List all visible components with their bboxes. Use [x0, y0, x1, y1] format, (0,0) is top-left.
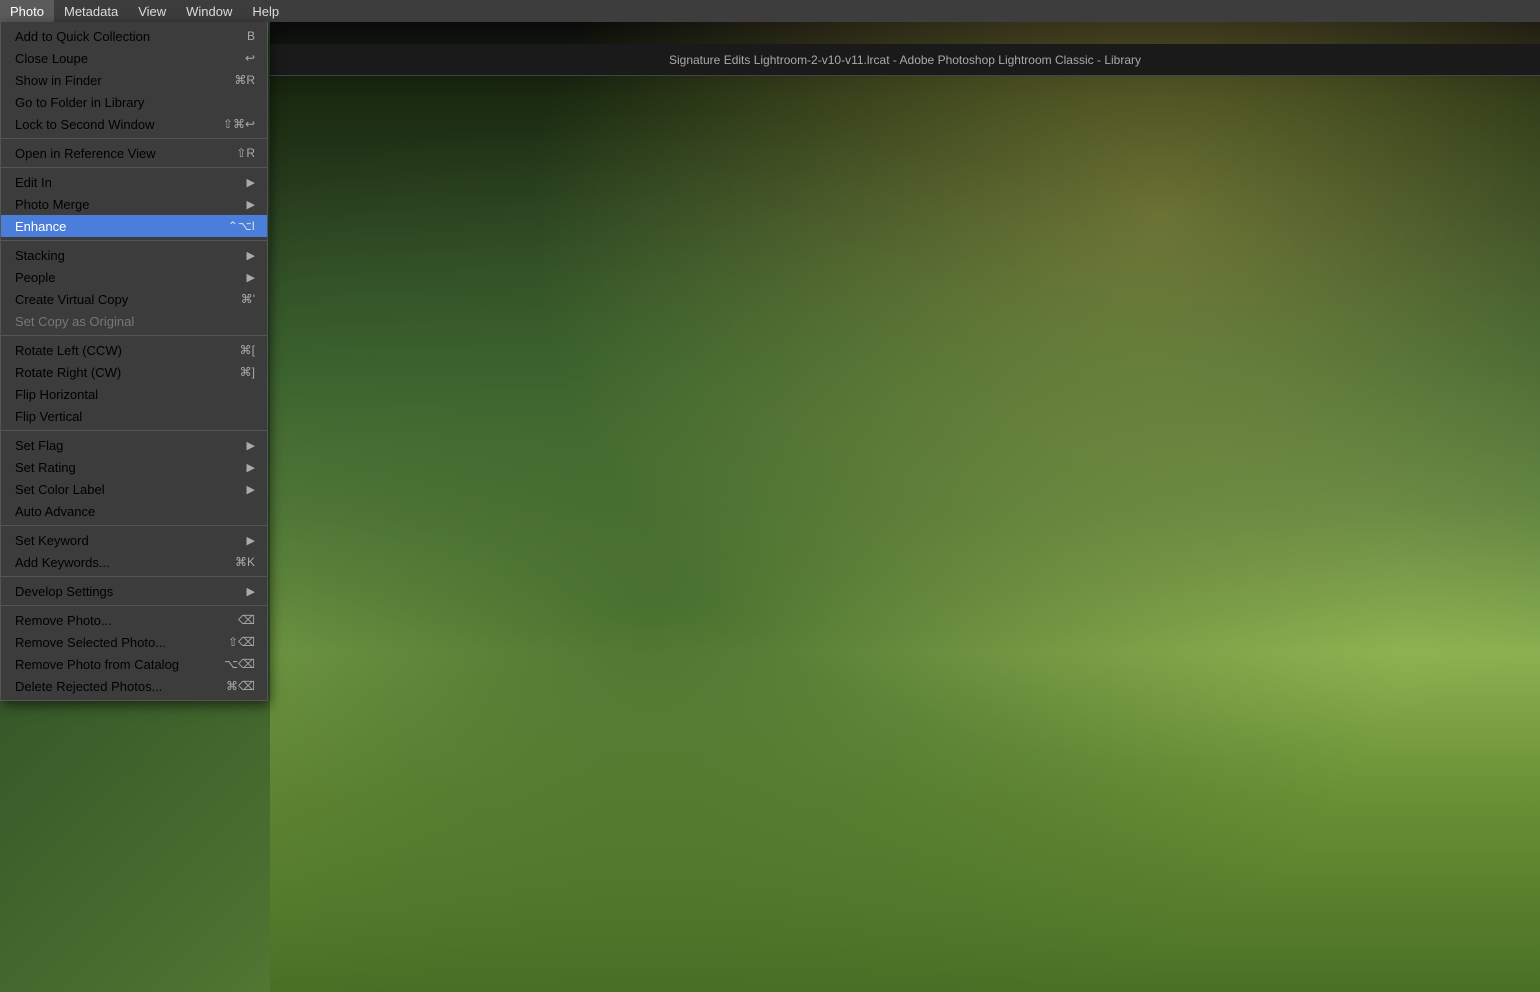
menu-item-label-rotate-left: Rotate Left (CCW): [15, 343, 232, 358]
menu-window[interactable]: Window: [176, 0, 242, 22]
menu-separator-after-add-keywords: [1, 576, 267, 577]
menu-item-label-set-flag: Set Flag: [15, 438, 243, 453]
menu-item-rotate-left[interactable]: Rotate Left (CCW) ⌘[: [1, 339, 267, 361]
menu-item-label-flip-horizontal: Flip Horizontal: [15, 387, 255, 402]
menu-item-create-virtual-copy[interactable]: Create Virtual Copy ⌘': [1, 288, 267, 310]
menu-item-label-edit-in: Edit In: [15, 175, 243, 190]
menu-shortcut-lock-second-window: ⇧⌘↩: [223, 117, 255, 131]
menu-submenu-arrow-develop-settings: ▶: [247, 585, 255, 598]
menu-item-label-remove-photo: Remove Photo...: [15, 613, 230, 628]
menu-item-label-people: People: [15, 270, 243, 285]
menu-submenu-arrow-edit-in: ▶: [247, 176, 255, 189]
file-title: Signature Edits Lightroom-2-v10-v11.lrca…: [669, 53, 1141, 67]
menu-item-label-go-to-folder: Go to Folder in Library: [15, 95, 255, 110]
menu-submenu-arrow-set-keyword: ▶: [247, 534, 255, 547]
menu-item-label-develop-settings: Develop Settings: [15, 584, 243, 599]
menu-item-set-rating[interactable]: Set Rating ▶: [1, 456, 267, 478]
menu-item-edit-in[interactable]: Edit In ▶: [1, 171, 267, 193]
menu-shortcut-add-keywords: ⌘K: [235, 555, 255, 569]
menu-separator-after-open-reference-view: [1, 167, 267, 168]
menu-submenu-arrow-set-flag: ▶: [247, 439, 255, 452]
menu-item-set-color-label[interactable]: Set Color Label ▶: [1, 478, 267, 500]
menu-item-add-keywords[interactable]: Add Keywords... ⌘K: [1, 551, 267, 573]
menu-separator-after-lock-second-window: [1, 138, 267, 139]
menu-shortcut-remove-photo: ⌫: [238, 613, 255, 627]
menu-item-label-set-rating: Set Rating: [15, 460, 243, 475]
menu-item-add-quick-collection[interactable]: Add to Quick Collection B: [1, 25, 267, 47]
menu-item-open-reference-view[interactable]: Open in Reference View ⇧R: [1, 142, 267, 164]
menu-bar: Photo Metadata View Window Help: [0, 0, 1540, 22]
menu-shortcut-create-virtual-copy: ⌘': [241, 292, 255, 306]
menu-shortcut-remove-selected-photo: ⇧⌫: [228, 635, 255, 649]
menu-item-label-add-keywords: Add Keywords...: [15, 555, 227, 570]
menu-item-remove-selected-photo[interactable]: Remove Selected Photo... ⇧⌫: [1, 631, 267, 653]
menu-item-label-auto-advance: Auto Advance: [15, 504, 255, 519]
menu-metadata[interactable]: Metadata: [54, 0, 128, 22]
menu-item-lock-second-window[interactable]: Lock to Second Window ⇧⌘↩: [1, 113, 267, 135]
menu-submenu-arrow-photo-merge: ▶: [247, 198, 255, 211]
menu-shortcut-enhance: ⌃⌥I: [228, 219, 255, 233]
menu-item-rotate-right[interactable]: Rotate Right (CW) ⌘]: [1, 361, 267, 383]
menu-separator-after-enhance: [1, 240, 267, 241]
menu-shortcut-close-loupe: ↩: [245, 51, 255, 65]
menu-photo[interactable]: Photo: [0, 0, 54, 22]
menu-item-label-delete-rejected: Delete Rejected Photos...: [15, 679, 218, 694]
menu-item-label-show-in-finder: Show in Finder: [15, 73, 226, 88]
menu-help[interactable]: Help: [242, 0, 289, 22]
menu-item-label-create-virtual-copy: Create Virtual Copy: [15, 292, 233, 307]
menu-item-remove-photo-from-catalog[interactable]: Remove Photo from Catalog ⌥⌫: [1, 653, 267, 675]
menu-separator-after-develop-settings: [1, 605, 267, 606]
menu-item-stacking[interactable]: Stacking ▶: [1, 244, 267, 266]
menu-item-show-in-finder[interactable]: Show in Finder ⌘R: [1, 69, 267, 91]
menu-separator-after-set-copy-as-original: [1, 335, 267, 336]
menu-item-go-to-folder[interactable]: Go to Folder in Library: [1, 91, 267, 113]
menu-item-label-flip-vertical: Flip Vertical: [15, 409, 255, 424]
menu-shortcut-add-quick-collection: B: [247, 29, 255, 43]
photo-menu-dropdown: Add to Quick Collection B Close Loupe ↩ Show…: [0, 22, 268, 701]
menu-item-set-keyword[interactable]: Set Keyword ▶: [1, 529, 267, 551]
top-info-bar: Signature Edits Lightroom-2-v10-v11.lrca…: [270, 44, 1540, 76]
menu-item-flip-vertical[interactable]: Flip Vertical: [1, 405, 267, 427]
menu-item-remove-photo[interactable]: Remove Photo... ⌫: [1, 609, 267, 631]
menu-submenu-arrow-people: ▶: [247, 271, 255, 284]
menu-item-label-photo-merge: Photo Merge: [15, 197, 243, 212]
menu-item-flip-horizontal[interactable]: Flip Horizontal: [1, 383, 267, 405]
menu-submenu-arrow-set-color-label: ▶: [247, 483, 255, 496]
menu-item-label-rotate-right: Rotate Right (CW): [15, 365, 232, 380]
menu-shortcut-show-in-finder: ⌘R: [234, 73, 255, 87]
menu-item-develop-settings[interactable]: Develop Settings ▶: [1, 580, 267, 602]
menu-shortcut-delete-rejected: ⌘⌫: [226, 679, 255, 693]
menu-item-label-remove-photo-from-catalog: Remove Photo from Catalog: [15, 657, 216, 672]
menu-item-label-remove-selected-photo: Remove Selected Photo...: [15, 635, 220, 650]
menu-item-delete-rejected[interactable]: Delete Rejected Photos... ⌘⌫: [1, 675, 267, 697]
menu-item-label-set-keyword: Set Keyword: [15, 533, 243, 548]
menu-item-photo-merge[interactable]: Photo Merge ▶: [1, 193, 267, 215]
menu-submenu-arrow-set-rating: ▶: [247, 461, 255, 474]
menu-item-people[interactable]: People ▶: [1, 266, 267, 288]
menu-item-label-lock-second-window: Lock to Second Window: [15, 117, 215, 132]
menu-item-close-loupe[interactable]: Close Loupe ↩: [1, 47, 267, 69]
photo-overlay: [270, 22, 1540, 992]
menu-shortcut-rotate-left: ⌘[: [240, 343, 255, 357]
menu-item-label-open-reference-view: Open in Reference View: [15, 146, 228, 161]
menu-separator-after-auto-advance: [1, 525, 267, 526]
menu-separator-after-flip-vertical: [1, 430, 267, 431]
menu-item-label-stacking: Stacking: [15, 248, 243, 263]
menu-item-label-enhance: Enhance: [15, 219, 220, 234]
menu-view[interactable]: View: [128, 0, 176, 22]
menu-item-label-set-color-label: Set Color Label: [15, 482, 243, 497]
menu-item-set-flag[interactable]: Set Flag ▶: [1, 434, 267, 456]
menu-item-auto-advance[interactable]: Auto Advance: [1, 500, 267, 522]
menu-shortcut-rotate-right: ⌘]: [240, 365, 255, 379]
menu-item-enhance[interactable]: Enhance ⌃⌥I: [1, 215, 267, 237]
menu-submenu-arrow-stacking: ▶: [247, 249, 255, 262]
menu-shortcut-remove-photo-from-catalog: ⌥⌫: [224, 657, 255, 671]
menu-item-label-add-quick-collection: Add to Quick Collection: [15, 29, 239, 44]
menu-item-label-set-copy-as-original: Set Copy as Original: [15, 314, 255, 329]
menu-item-label-close-loupe: Close Loupe: [15, 51, 237, 66]
menu-item-set-copy-as-original: Set Copy as Original: [1, 310, 267, 332]
menu-shortcut-open-reference-view: ⇧R: [236, 146, 255, 160]
